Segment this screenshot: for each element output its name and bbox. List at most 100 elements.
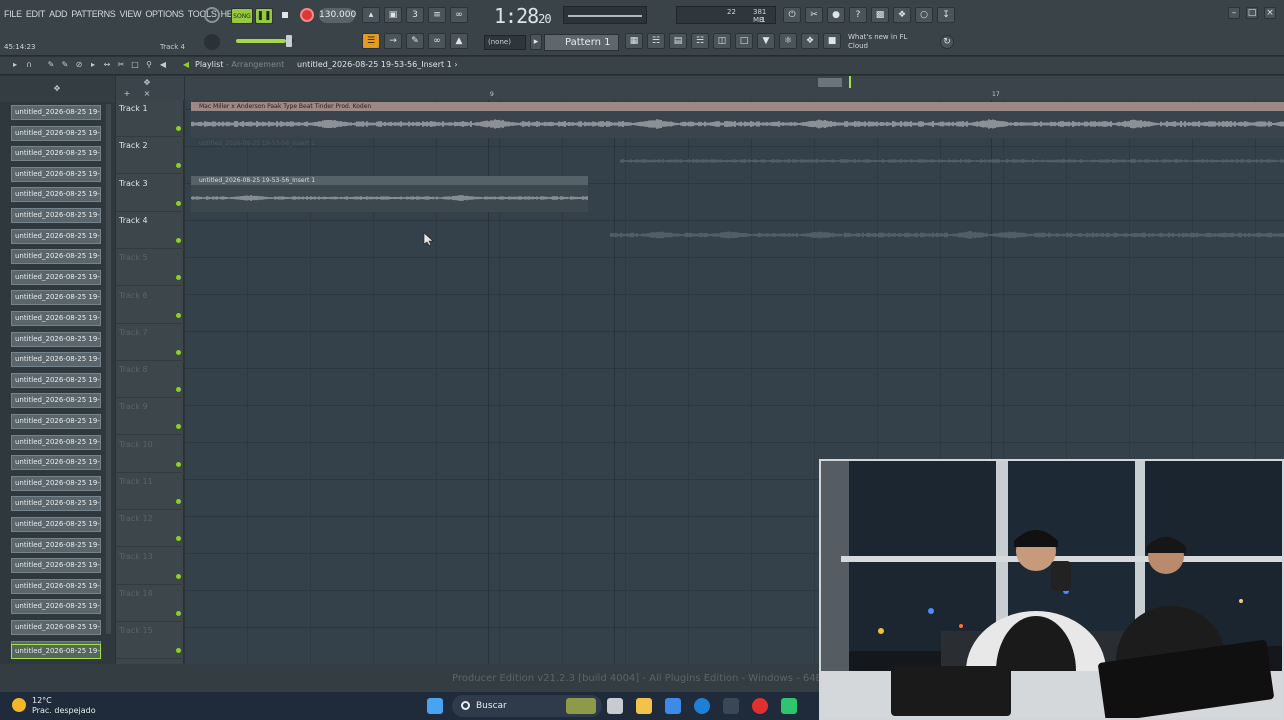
- snap-select[interactable]: (none): [484, 35, 526, 50]
- play-button[interactable]: ❚❚: [255, 8, 273, 24]
- select-tool-icon[interactable]: □: [130, 60, 140, 70]
- track-enable-led[interactable]: [176, 349, 181, 355]
- timeline-ruler[interactable]: 9 17: [185, 76, 1284, 100]
- track-enable-led[interactable]: [176, 573, 181, 579]
- paint-tool-icon[interactable]: ✎: [60, 60, 70, 70]
- draw-tool-icon[interactable]: ✎: [46, 60, 56, 70]
- track-header-2[interactable]: Track 2: [116, 137, 184, 175]
- audio-clip-track4[interactable]: [191, 213, 1284, 249]
- loop-record-icon[interactable]: ∞: [450, 7, 468, 23]
- track-enable-led[interactable]: [176, 387, 181, 393]
- track-header-6[interactable]: Track 6: [116, 287, 184, 324]
- picker-item[interactable]: untitled_2026-08-25 19-: [11, 644, 101, 659]
- track-header-5[interactable]: Track 5: [116, 249, 184, 287]
- maximize-window-icon[interactable]: □: [1246, 7, 1258, 19]
- pitch-knob-icon[interactable]: [204, 34, 220, 50]
- add-icon[interactable]: +: [122, 89, 132, 99]
- pencil-icon[interactable]: ✎: [406, 33, 424, 49]
- picker-item[interactable]: untitled_2026-08-25 19-: [11, 228, 101, 244]
- picker-item[interactable]: untitled_2026-08-25 19-: [11, 558, 101, 574]
- track-header-4[interactable]: Track 4: [116, 212, 184, 249]
- snap-tool-icon[interactable]: ☰: [362, 33, 380, 49]
- picker-item[interactable]: untitled_2026-08-25 19-: [11, 105, 101, 120]
- zoom-tool-icon[interactable]: ⚲: [144, 60, 154, 70]
- picker-item[interactable]: untitled_2026-08-25 19-: [11, 620, 101, 635]
- playlist-menu-arrow-icon[interactable]: ▸: [10, 60, 20, 70]
- track-enable-led[interactable]: [176, 648, 181, 654]
- picker-scrollbar[interactable]: [106, 104, 111, 634]
- mute-tool-icon[interactable]: ▸: [88, 60, 98, 70]
- picker-item[interactable]: untitled_2026-08-25 19-: [11, 496, 101, 512]
- template-icon[interactable]: ❖: [801, 33, 819, 49]
- scissors-icon[interactable]: ✂: [805, 7, 823, 23]
- track-header-11[interactable]: Track 11: [116, 473, 184, 510]
- menu-options[interactable]: OPTIONS: [145, 9, 184, 19]
- download-icon[interactable]: ↧: [937, 7, 955, 23]
- menu-add[interactable]: ADD: [49, 9, 67, 19]
- picker-item[interactable]: untitled_2026-08-25 19-: [11, 578, 101, 594]
- track-enable-led[interactable]: [176, 312, 181, 318]
- magnet-icon[interactable]: ∩: [24, 60, 34, 70]
- track-enable-led[interactable]: [176, 237, 181, 243]
- file-icon[interactable]: □: [735, 33, 753, 49]
- picker-item[interactable]: untitled_2026-08-25 19-: [11, 187, 101, 203]
- track-header-9[interactable]: Track 9: [116, 398, 184, 436]
- news-refresh-icon[interactable]: ↻: [940, 35, 954, 49]
- playback-tool-icon[interactable]: ◀: [158, 60, 168, 70]
- picker-item[interactable]: untitled_2026-08-25 19-: [11, 331, 101, 347]
- track-enable-led[interactable]: [176, 424, 181, 430]
- master-volume-slider[interactable]: [236, 35, 294, 47]
- metronome-icon[interactable]: ▴: [362, 7, 380, 23]
- stamp-icon[interactable]: ▲: [450, 33, 468, 49]
- close-window-icon[interactable]: ×: [1264, 7, 1276, 19]
- record-button[interactable]: [300, 8, 314, 22]
- file-explorer-icon[interactable]: [636, 698, 652, 714]
- picker-item[interactable]: untitled_2026-08-25 19-: [11, 290, 101, 306]
- edge-icon[interactable]: [694, 698, 710, 714]
- add-track-icon[interactable]: ✥: [142, 78, 152, 88]
- news-panel[interactable]: What's new in FL Cloud: [848, 33, 907, 51]
- picker-item[interactable]: untitled_2026-08-25 19-: [11, 249, 101, 265]
- track-enable-led[interactable]: [176, 499, 181, 504]
- picker-item[interactable]: untitled_2026-08-25 19-: [11, 599, 101, 615]
- picker-item[interactable]: untitled_2026-08-25 19-: [11, 311, 101, 326]
- pattern-arrow-icon[interactable]: ▸: [530, 34, 542, 50]
- picker-item[interactable]: untitled_2026-08-25 19-: [11, 414, 101, 429]
- plugin-icon[interactable]: ❖: [893, 7, 911, 23]
- menu-patterns[interactable]: PATTERNS: [71, 9, 116, 19]
- picker-item[interactable]: untitled_2026-08-25 19-: [11, 269, 101, 285]
- menu-view[interactable]: VIEW: [120, 9, 142, 19]
- picker-item[interactable]: untitled_2026-08-25 19-: [11, 434, 101, 450]
- picker-item[interactable]: untitled_2026-08-25 19-: [11, 393, 101, 409]
- windows-start-icon[interactable]: [427, 698, 443, 714]
- track-enable-led[interactable]: [176, 200, 181, 206]
- save-icon[interactable]: ▩: [871, 7, 889, 23]
- link-icon[interactable]: ∞: [428, 33, 446, 49]
- picker-item[interactable]: untitled_2026-08-25 19-: [11, 352, 101, 368]
- picker-item[interactable]: untitled_2026-08-25 19-: [11, 125, 101, 141]
- arrow-icon[interactable]: →: [384, 33, 402, 49]
- slice-tool-icon[interactable]: ✂: [116, 60, 126, 70]
- stop-all-icon[interactable]: ■: [823, 33, 841, 49]
- audio-clip-track1[interactable]: Mac Miller x Anderson Paak Type Beat Tin…: [191, 102, 1284, 138]
- track-header-15[interactable]: Track 15: [116, 622, 184, 660]
- weather-widget[interactable]: 12°C Prac. despejado: [12, 696, 96, 716]
- track-header-12[interactable]: Track 12: [116, 510, 184, 548]
- slip-tool-icon[interactable]: ↔: [102, 60, 112, 70]
- audio-clip-track3[interactable]: untitled_2026-08-25 19-53-56_Insert 1: [191, 176, 588, 212]
- stop-button[interactable]: [279, 9, 291, 21]
- menu-file[interactable]: FILE: [4, 9, 22, 19]
- audio-clip-track2[interactable]: untitled_2026-08-25 19-53-56_Insert 1: [191, 139, 1284, 175]
- playhead[interactable]: [849, 76, 851, 88]
- track-enable-led[interactable]: [176, 461, 181, 467]
- power-icon[interactable]: ⏻: [783, 7, 801, 23]
- browser-icon[interactable]: ◫: [713, 33, 731, 49]
- step-edit-icon[interactable]: ≡: [428, 7, 446, 23]
- wait-input-icon[interactable]: ▣: [384, 7, 402, 23]
- track-enable-led[interactable]: [176, 610, 181, 616]
- track-header-7[interactable]: Track 7: [116, 324, 184, 361]
- picker-item[interactable]: untitled_2026-08-25 19-: [11, 517, 101, 532]
- track-header-14[interactable]: Track 14: [116, 585, 184, 622]
- touch-keyboard-icon[interactable]: ⚛: [779, 33, 797, 49]
- swing-knob-icon[interactable]: [204, 7, 220, 23]
